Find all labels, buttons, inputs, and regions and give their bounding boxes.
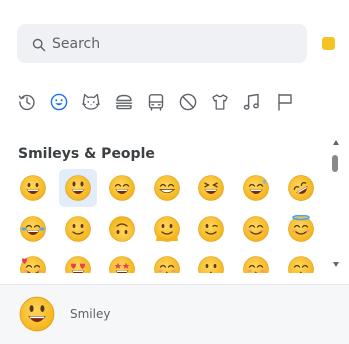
scroll-down-arrow[interactable] (333, 262, 339, 267)
tab-smileys-people[interactable] (48, 91, 70, 113)
tab-objects[interactable] (209, 91, 231, 113)
section-title: Smileys & People (18, 146, 155, 162)
music-note-icon (244, 93, 260, 110)
preview-bar: Smiley (0, 285, 349, 344)
tab-animals-nature[interactable] (80, 91, 102, 113)
tab-food-drink[interactable] (113, 91, 135, 113)
scrollbar-thumb[interactable] (332, 155, 338, 172)
search-box[interactable] (17, 24, 307, 63)
emoji-picker: Smileys & People Smiley (0, 0, 349, 344)
category-tabs (16, 91, 346, 117)
emoji-innocent[interactable] (282, 210, 320, 248)
tab-flags[interactable] (274, 91, 296, 113)
burger-icon (115, 94, 132, 110)
emoji-kissing-closed-eyes[interactable] (237, 250, 275, 273)
emoji-star-struck[interactable] (103, 250, 141, 273)
cat-icon (82, 93, 101, 110)
shirt-icon (212, 94, 228, 110)
preview-emoji-icon (18, 295, 56, 333)
emoji-grid (14, 169, 332, 273)
emoji-grinning-face[interactable] (14, 169, 52, 207)
emoji-grin[interactable] (148, 169, 186, 207)
scroll-up-arrow[interactable] (333, 140, 339, 145)
emoji-smiley[interactable] (58, 169, 97, 207)
emoji-slightly-smiling[interactable] (59, 210, 97, 248)
clock-icon (18, 94, 35, 111)
emoji-rofl[interactable] (282, 169, 320, 207)
skin-tone-button[interactable] (322, 37, 335, 50)
smiley-icon (50, 93, 68, 111)
preview-name: Smiley (70, 307, 111, 321)
emoji-laughing[interactable] (192, 169, 230, 207)
emoji-upside-down[interactable] (103, 210, 141, 248)
tab-activities[interactable] (177, 91, 199, 113)
bus-icon (148, 94, 163, 111)
emoji-kissing[interactable] (148, 250, 186, 273)
emoji-melting[interactable] (148, 210, 186, 248)
emoji-kissing-smiling-eyes[interactable] (282, 250, 320, 273)
search-input[interactable] (52, 35, 292, 52)
emoji-blush[interactable] (237, 210, 275, 248)
flag-icon (277, 93, 292, 111)
emoji-wink[interactable] (192, 210, 230, 248)
tab-symbols[interactable] (241, 91, 263, 113)
emoji-kissing-face[interactable] (192, 250, 230, 273)
emoji-smiling-hearts[interactable] (14, 250, 52, 273)
emoji-sweat-smile[interactable] (237, 169, 275, 207)
emoji-heart-eyes[interactable] (59, 250, 97, 273)
tab-travel-places[interactable] (145, 91, 167, 113)
ball-icon (179, 93, 197, 111)
search-icon (32, 37, 46, 51)
emoji-joy[interactable] (14, 210, 52, 248)
emoji-smile[interactable] (103, 169, 141, 207)
tab-recent[interactable] (16, 91, 38, 113)
